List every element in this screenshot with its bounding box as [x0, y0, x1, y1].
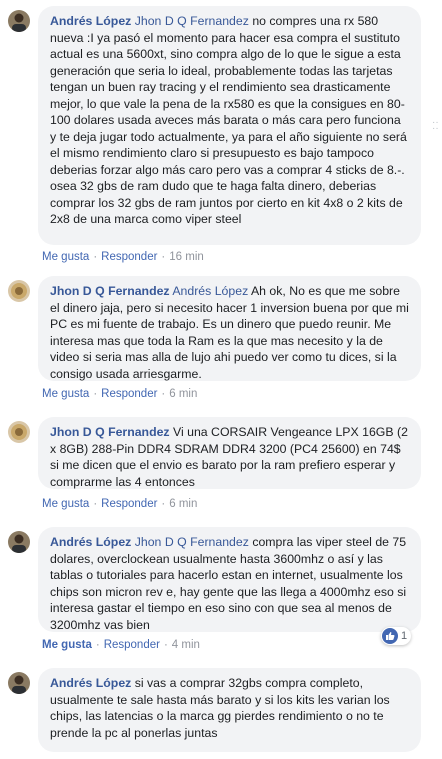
timestamp[interactable]: 4 min — [172, 639, 200, 651]
avatar[interactable] — [8, 10, 30, 32]
comment-bubble: Jhon D Q Fernandez Andrés López Ah ok, N… — [38, 276, 421, 381]
comment-author[interactable]: Andrés López — [50, 14, 131, 28]
reaction-count-value: 1 — [401, 630, 408, 642]
avatar[interactable] — [8, 531, 30, 553]
mention-link[interactable]: Andrés López — [172, 284, 248, 298]
timestamp[interactable]: 6 min — [169, 388, 197, 400]
comment-actions: Me gusta · Responder · 6 min — [42, 388, 197, 400]
comment-actions: Me gusta · Responder · 6 min — [42, 498, 197, 510]
reply-button[interactable]: Responder — [101, 388, 157, 400]
separator: · — [161, 251, 166, 263]
comment-author[interactable]: Andrés López — [50, 535, 131, 549]
comment-text: Ah ok, No es que me sobre el dinero jaja… — [50, 284, 409, 381]
comment-bubble: Jhon D Q Fernandez Vi una CORSAIR Vengea… — [38, 417, 421, 489]
comment-author[interactable]: Andrés López — [50, 676, 131, 690]
timestamp[interactable]: 6 min — [169, 498, 197, 510]
comment-text: no compres una rx 580 nueva :I ya pasó e… — [50, 14, 407, 226]
comment-actions: Me gusta · Responder · 4 min — [42, 639, 200, 651]
mention-link[interactable]: Jhon D Q Fernandez — [135, 14, 249, 28]
separator: · — [161, 498, 166, 510]
avatar[interactable] — [8, 421, 30, 443]
comment-actions: Me gusta · Responder · 16 min — [42, 251, 204, 263]
comment-bubble: Andrés López Jhon D Q Fernandez no compr… — [38, 6, 421, 245]
comment-author[interactable]: Jhon D Q Fernandez — [50, 284, 170, 298]
reaction-count[interactable]: 1 — [381, 627, 412, 645]
like-button[interactable]: Me gusta — [42, 388, 89, 400]
edge-scroll-indicator: ·· ·· — [432, 117, 439, 134]
separator: · — [163, 639, 168, 651]
reply-button[interactable]: Responder — [101, 251, 157, 263]
comment-author[interactable]: Jhon D Q Fernandez — [50, 425, 170, 439]
separator: · — [93, 498, 98, 510]
avatar[interactable] — [8, 672, 30, 694]
separator: · — [93, 388, 98, 400]
comment-bubble: Andrés López Jhon D Q Fernandez compra l… — [38, 527, 421, 632]
avatar[interactable] — [8, 280, 30, 302]
mention-link[interactable]: Jhon D Q Fernandez — [135, 535, 249, 549]
reply-button[interactable]: Responder — [104, 639, 160, 651]
reply-button[interactable]: Responder — [101, 498, 157, 510]
like-button[interactable]: Me gusta — [42, 639, 92, 651]
separator: · — [93, 251, 98, 263]
comment-text: compra las viper steel de 75 dolares, ov… — [50, 535, 407, 632]
like-button[interactable]: Me gusta — [42, 251, 89, 263]
thumbs-up-icon — [382, 628, 398, 644]
like-button[interactable]: Me gusta — [42, 498, 89, 510]
comment-bubble: Andrés López si vas a comprar 32gbs comp… — [38, 668, 421, 752]
separator: · — [95, 639, 100, 651]
separator: · — [161, 388, 166, 400]
timestamp[interactable]: 16 min — [169, 251, 204, 263]
